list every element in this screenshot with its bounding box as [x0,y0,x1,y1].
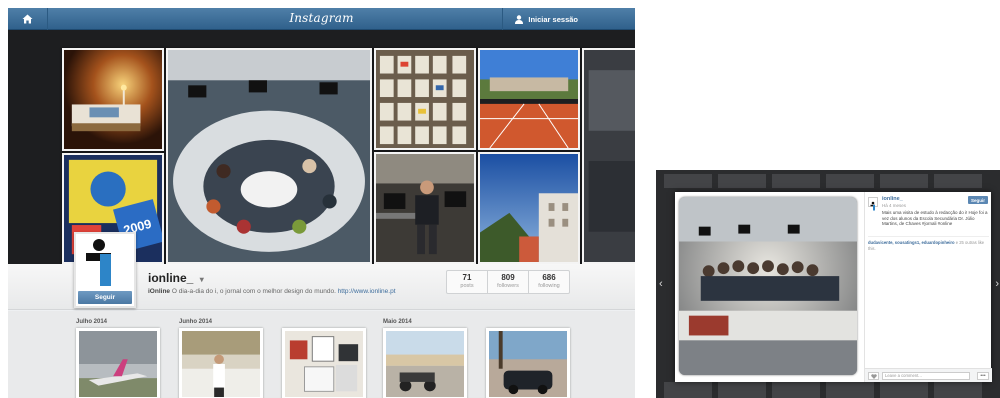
heart-icon [870,373,877,379]
feed-photo-motorcycles[interactable] [383,328,467,398]
modal-caption: Mais uma visita de estudo à redacção do … [882,210,988,226]
user-icon [515,14,524,24]
bio-name: iOnline [148,288,171,295]
profile-bio: iOnline O dia-a-dia do i, o jornal com o… [148,288,396,295]
stat-followers-value: 809 [501,273,515,282]
follow-button[interactable]: Seguir [78,291,132,304]
stat-followers-label: followers [497,283,519,289]
modal-sidebar: ionline_ Há 4 meses Seguir Mais uma visi… [864,192,992,382]
comment-input[interactable]: Leave a comment... [882,372,970,380]
photo-viewer-overlay: ‹ › ionline_ Há 4 meses Seguir Mais uma … [656,170,1000,398]
header-photo-dark[interactable] [582,48,635,264]
stat-posts[interactable]: 71 posts [447,271,488,293]
stat-following-value: 686 [542,273,556,282]
profile-stats: 71 posts 809 followers 686 following [446,270,570,294]
chevron-down-icon[interactable]: ▾ [200,275,204,284]
month-label-july: Julho 2014 [76,319,108,325]
stat-following-label: following [538,283,560,289]
username-text: ionline_ [148,271,194,285]
background-thumbnails-top [656,174,1000,188]
login-label: Iniciar sessão [528,14,578,24]
modal-timestamp: Há 4 meses [882,203,907,208]
stat-followers[interactable]: 809 followers [488,271,529,293]
likes-names[interactable]: dudavicente, sousatings1, eduardopinheir… [868,240,955,245]
feed-photo-plane[interactable] [76,328,160,398]
previous-photo-button[interactable]: ‹ [659,278,663,290]
profile-username[interactable]: ionline_ ▾ [148,271,204,285]
modal-likes: dudavicente, sousatings1, eduardopinheir… [868,236,989,251]
like-button[interactable] [868,372,879,380]
top-navigation-bar: Instagram Iniciar sessão [8,8,635,30]
stat-posts-label: posts [460,283,474,289]
modal-username[interactable]: ionline_ [882,196,903,202]
stat-posts-value: 71 [462,273,472,282]
profile-page: Instagram Iniciar sessão 2009 Seguir ion… [8,8,635,398]
avatar[interactable] [78,236,132,288]
modal-follow-button[interactable]: Seguir [968,196,988,204]
header-photo-newspaper-wall[interactable] [374,48,476,150]
month-label-may: Maio 2014 [383,319,412,325]
background-thumbnails-bottom [656,382,1000,398]
header-photo-man-at-desk[interactable] [374,152,476,264]
next-photo-button[interactable]: › [995,278,999,290]
stat-following[interactable]: 686 following [529,271,569,293]
bio-text: O dia-a-dia do i, o jornal com o melhor … [170,288,338,295]
screenshot-stage: Instagram Iniciar sessão 2009 Seguir ion… [0,0,1000,398]
photo-modal: ionline_ Há 4 meses Seguir Mais uma visi… [675,192,992,382]
header-photo-city-sky[interactable] [478,152,580,264]
photo-feed: Julho 2014 Junho 2014 Maio 2014 [8,311,635,398]
comment-bar: Leave a comment... ••• [865,368,992,382]
feed-photo-car[interactable] [486,328,570,398]
bio-link[interactable]: http://www.ionline.pt [338,288,396,295]
more-options-button[interactable]: ••• [977,372,989,380]
feed-photo-man-car[interactable] [179,328,263,398]
modal-photo-classroom[interactable] [679,197,857,375]
header-photo-tennis-court[interactable] [478,48,580,150]
profile-avatar-card: Seguir [74,232,136,308]
header-photo-cake[interactable] [62,48,164,151]
month-label-june: Junho 2014 [179,319,213,325]
feed-photo-exhibition[interactable] [282,328,366,398]
login-button[interactable]: Iniciar sessão [502,8,635,30]
header-photo-newsroom[interactable] [166,48,372,264]
profile-header-collage: 2009 [8,30,635,264]
modal-avatar[interactable] [868,197,878,211]
